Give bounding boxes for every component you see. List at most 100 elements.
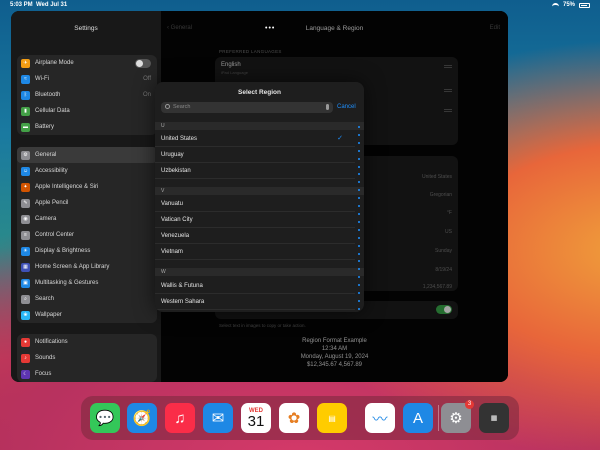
dock: 💬 🧭 ♫ ✉ WED 31 ✿ ▤ 〰 A ⚙ 3 ▦ — [81, 396, 519, 440]
sidebar-item-apple-intelligence[interactable]: ✦ Apple Intelligence & Siri — [17, 179, 157, 195]
region-item-label: Vatican City — [161, 217, 193, 223]
region-item-label: Uzbekistan — [161, 168, 191, 174]
sidebar-group-connectivity: ✈ Airplane Mode ≈ Wi-Fi Off ᛒ Bluetooth … — [17, 55, 157, 135]
pencil-icon: ✎ — [21, 198, 30, 208]
region-item-wallis-futuna[interactable]: Wallis & Futuna — [155, 278, 355, 294]
region-item-vanuatu[interactable]: Vanuatu — [155, 196, 355, 212]
mail-icon[interactable]: ✉ — [203, 403, 233, 433]
sidebar-item-label: Battery — [35, 124, 55, 130]
sidebar-item-value: Off — [143, 76, 151, 82]
select-region-sheet: Select Region Search Cancel U United Sta… — [155, 82, 364, 312]
sidebar-item-value: On — [142, 92, 151, 98]
music-icon[interactable]: ♫ — [165, 403, 195, 433]
region-item-united-states[interactable]: United States ✓ — [155, 131, 355, 147]
window-menu-dots-icon[interactable]: ••• — [265, 25, 275, 32]
siri-icon: ✦ — [21, 182, 30, 192]
sidebar-item-airplane-mode[interactable]: ✈ Airplane Mode — [17, 55, 157, 71]
sidebar-item-battery[interactable]: ▬ Battery — [17, 119, 157, 135]
region-item-western-sahara[interactable]: Western Sahara — [155, 294, 355, 310]
region-search-field[interactable]: Search — [161, 102, 333, 113]
sidebar-item-wifi[interactable]: ≈ Wi-Fi Off — [17, 71, 157, 87]
sidebar-item-apple-pencil[interactable]: ✎ Apple Pencil — [17, 195, 157, 211]
control-center-icon: ≡ — [21, 230, 30, 240]
notifications-icon: ● — [21, 337, 30, 347]
sheet-title: Select Region — [238, 89, 281, 96]
safari-icon[interactable]: 🧭 — [127, 403, 157, 433]
sounds-icon: ♪ — [21, 353, 30, 363]
search-placeholder: Search — [173, 104, 191, 110]
sidebar-item-general[interactable]: ⚙ General — [17, 147, 157, 163]
region-item-label: Vanuatu — [161, 201, 183, 207]
sidebar-item-label: Apple Intelligence & Siri — [35, 184, 99, 190]
notes-icon[interactable]: ▤ — [317, 403, 347, 433]
region-item-vietnam[interactable]: Vietnam — [155, 244, 355, 260]
battery-icon: ▬ — [21, 122, 30, 132]
sidebar-item-wallpaper[interactable]: ❀ Wallpaper — [17, 307, 157, 323]
bluetooth-icon: ᛒ — [21, 90, 30, 100]
sidebar-item-control-center[interactable]: ≡ Control Center — [17, 227, 157, 243]
sidebar-item-cellular[interactable]: ▮ Cellular Data — [17, 103, 157, 119]
cellular-icon: ▮ — [21, 106, 30, 116]
region-item-uzbekistan[interactable]: Uzbekistan — [155, 163, 355, 179]
sidebar-item-bluetooth[interactable]: ᛒ Bluetooth On — [17, 87, 157, 103]
status-date: Wed Jul 31 — [36, 2, 68, 8]
sidebar-item-home-screen[interactable]: ▦ Home Screen & App Library — [17, 259, 157, 275]
region-item-label: Western Sahara — [161, 299, 205, 305]
region-item-label: Uruguay — [161, 152, 184, 158]
settings-badge: 3 — [465, 400, 474, 409]
sidebar-item-focus[interactable]: ☾ Focus — [17, 366, 157, 382]
calendar-day: 31 — [247, 412, 265, 430]
wallpaper-icon: ❀ — [21, 310, 30, 320]
region-item-vatican-city[interactable]: Vatican City — [155, 212, 355, 228]
sidebar-item-label: Apple Pencil — [35, 200, 69, 206]
app-library-icon[interactable]: ▦ — [479, 403, 509, 433]
freeform-icon[interactable]: 〰 — [365, 403, 395, 433]
section-index-scrubber[interactable] — [357, 126, 361, 310]
gear-icon: ⚙ — [21, 150, 30, 160]
section-header-v: V — [155, 187, 364, 195]
battery-icon — [579, 2, 590, 8]
sidebar-item-notifications[interactable]: ● Notifications — [17, 334, 157, 350]
sidebar-item-multitasking[interactable]: ▣ Multitasking & Gestures — [17, 275, 157, 291]
sidebar-item-accessibility[interactable]: ☺ Accessibility — [17, 163, 157, 179]
sidebar-item-search[interactable]: ⌕ Search — [17, 291, 157, 307]
section-header-u: U — [155, 122, 364, 130]
camera-icon: ◉ — [21, 214, 30, 224]
status-time: 5:03 PM — [10, 2, 33, 8]
messages-icon[interactable]: 💬 — [90, 403, 120, 433]
sidebar-item-label: Home Screen & App Library — [35, 264, 110, 270]
sidebar-item-label: Airplane Mode — [35, 60, 74, 66]
sidebar-item-label: Focus — [35, 371, 52, 377]
airplane-icon: ✈ — [21, 58, 30, 68]
sidebar-item-label: Display & Brightness — [35, 248, 91, 254]
region-item-label: Wallis & Futuna — [161, 283, 203, 289]
wifi-icon: ≈ — [21, 74, 30, 84]
app-store-icon[interactable]: A — [403, 403, 433, 433]
settings-sidebar: Settings ✈ Airplane Mode ≈ Wi-Fi Off ᛒ B… — [11, 11, 161, 382]
battery-percent: 75% — [562, 2, 575, 8]
sidebar-item-label: Wi-Fi — [35, 76, 49, 82]
checkmark-icon: ✓ — [337, 135, 343, 142]
accessibility-icon: ☺ — [21, 166, 30, 176]
sidebar-item-label: Control Center — [35, 232, 75, 238]
sidebar-group-general: ⚙ General ☺ Accessibility ✦ Apple Intell… — [17, 147, 157, 323]
home-screen-icon: ▦ — [21, 262, 30, 272]
sidebar-item-camera[interactable]: ◉ Camera — [17, 211, 157, 227]
airplane-toggle[interactable] — [135, 58, 151, 68]
sidebar-item-label: Notifications — [35, 339, 68, 345]
dock-separator — [438, 405, 439, 431]
region-item-uruguay[interactable]: Uruguay — [155, 147, 355, 163]
calendar-icon[interactable]: WED 31 — [241, 403, 271, 433]
sidebar-item-label: General — [35, 152, 57, 158]
sidebar-item-label: Accessibility — [35, 168, 68, 174]
sidebar-item-display[interactable]: ☀ Display & Brightness — [17, 243, 157, 259]
region-item-label: United States — [161, 136, 198, 142]
region-item-venezuela[interactable]: Venezuela — [155, 228, 355, 244]
cancel-button[interactable]: Cancel — [337, 104, 356, 110]
microphone-icon[interactable] — [326, 104, 329, 110]
sidebar-item-sounds[interactable]: ♪ Sounds — [17, 350, 157, 366]
search-icon — [165, 104, 170, 109]
photos-icon[interactable]: ✿ — [279, 403, 309, 433]
settings-icon[interactable]: ⚙ 3 — [441, 400, 474, 433]
sidebar-item-label: Wallpaper — [35, 312, 62, 318]
